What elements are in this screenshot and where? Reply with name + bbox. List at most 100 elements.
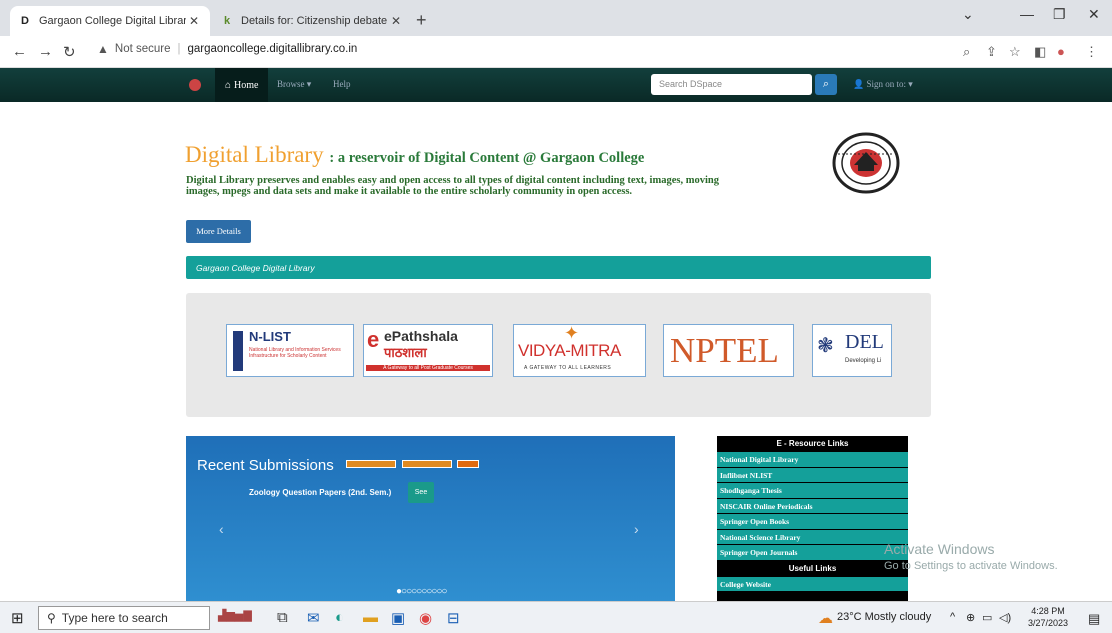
taskbar-search-input[interactable]: ⚲ Type here to search <box>38 606 210 630</box>
tray-icon[interactable]: ⊕ <box>966 611 975 624</box>
epathshala-logo[interactable]: e ePathshala पाठशाला A Gateway to all Po… <box>363 324 493 377</box>
network-icon[interactable]: ▭ <box>982 611 992 624</box>
minimize-icon[interactable]: — <box>1020 6 1034 22</box>
activate-windows-subtitle: Go to Settings to activate Windows. <box>884 560 1058 572</box>
tab-title: Details for: Citizenship debate o <box>241 15 388 27</box>
site-favicon-icon: D <box>21 15 29 27</box>
more-details-button[interactable]: More Details <box>186 220 251 243</box>
app-icon[interactable]: ⊟ <box>447 609 460 627</box>
mail-icon[interactable]: ✉ <box>307 609 320 627</box>
nav-help[interactable]: Help <box>333 79 351 89</box>
chrome-icon[interactable]: ◉ <box>419 609 432 627</box>
zoom-icon[interactable]: ⌕ <box>963 44 970 60</box>
carousel-indicators[interactable]: ●○○○○○○○○○ <box>396 586 447 597</box>
weather-text[interactable]: 23°C Mostly cloudy <box>837 611 931 623</box>
security-label: Not secure <box>114 43 171 55</box>
nav-signin-label: Sign on to: ▾ <box>866 79 913 89</box>
weather-icon[interactable]: ☁ <box>818 609 833 627</box>
nptel-logo[interactable]: NPTEL <box>663 324 794 377</box>
eresource-link[interactable]: Springer Open Journals <box>717 545 908 561</box>
warning-icon: ▲ <box>97 42 109 56</box>
activate-windows-title: Activate Windows <box>884 541 995 557</box>
tab-details[interactable]: k Details for: Citizenship debate o ✕ <box>212 6 412 36</box>
rss-badge-icon[interactable] <box>402 460 452 468</box>
vidyamitra-logo[interactable]: ✦ VIDYA-MITRA A GATEWAY TO ALL LEARNERS <box>513 324 646 377</box>
recent-item-title[interactable]: Zoology Question Papers (2nd. Sem.) <box>249 488 391 497</box>
sidepanel-icon[interactable]: ◧ <box>1034 44 1046 60</box>
tab-title: Gargaon College Digital Library: <box>39 15 186 27</box>
nlist-logo[interactable]: N-LIST National Library and Information … <box>226 324 354 377</box>
news-widget-icon[interactable]: ▟▆▅▇ <box>218 609 252 622</box>
see-button[interactable]: See <box>408 482 434 503</box>
hero-title: Digital Library <box>185 142 324 167</box>
address-bar: ← → ↻ ▲ Not secure | gargaoncollege.digi… <box>0 36 1112 68</box>
bookmark-star-icon[interactable]: ☆ <box>1009 44 1021 60</box>
forward-icon[interactable]: → <box>38 43 53 60</box>
maximize-icon[interactable]: ❐ <box>1053 6 1066 23</box>
tray-chevron-icon[interactable]: ^ <box>950 611 955 623</box>
eresource-link[interactable]: Shodhganga Thesis <box>717 483 908 499</box>
clock-time: 4:28 PM <box>1031 606 1065 616</box>
tab-digital-library[interactable]: D Gargaon College Digital Library: ✕ <box>10 6 210 36</box>
rss-badge-icon[interactable] <box>346 460 396 468</box>
volume-icon[interactable]: ◁) <box>999 611 1011 624</box>
nptel-name: NPTEL <box>670 331 779 370</box>
clock[interactable]: 4:28 PM 3/27/2023 <box>1028 605 1068 629</box>
site-logo-icon[interactable] <box>189 79 201 91</box>
windows-start-icon[interactable]: ⊞ <box>11 609 24 627</box>
hero-description: Digital Library preserves and enables ea… <box>186 175 719 197</box>
windows-taskbar: ⊞ ⚲ Type here to search ▟▆▅▇ ⧉ ✉ ◐ ▬ ▣ ◉ … <box>0 601 1112 633</box>
vidyamitra-caption: A GATEWAY TO ALL LEARNERS <box>524 365 612 371</box>
edge-icon[interactable]: ◐ <box>335 609 344 626</box>
search-input[interactable]: Search DSpace <box>651 74 812 95</box>
koha-favicon-icon: k <box>223 15 231 27</box>
tab-search-chevron-icon[interactable]: ⌄ <box>962 6 974 23</box>
close-tab-icon[interactable]: ✕ <box>186 14 202 28</box>
taskbar-search-text: Type here to search <box>61 611 168 625</box>
reload-icon[interactable]: ↻ <box>63 43 76 61</box>
recent-submissions-carousel: Recent Submissions Zoology Question Pape… <box>186 436 675 601</box>
notifications-icon[interactable]: ▤ <box>1088 611 1100 627</box>
college-seal-icon <box>832 132 900 194</box>
library-banner: Gargaon College Digital Library <box>186 256 931 279</box>
close-tab-icon[interactable]: ✕ <box>388 14 404 28</box>
eresource-link[interactable]: National Science Library <box>717 529 908 545</box>
nlist-name: N-LIST <box>249 329 291 344</box>
eresource-link[interactable]: Inflibnet NLIST <box>717 467 908 483</box>
url-field[interactable]: ▲ Not secure | gargaoncollege.digitallib… <box>97 42 357 56</box>
task-view-icon[interactable]: ⧉ <box>277 609 288 626</box>
menu-icon[interactable]: ⋮ <box>1085 44 1098 60</box>
back-icon[interactable]: ← <box>12 43 27 60</box>
del-logo[interactable]: ❃ DEL Developing Li <box>812 324 892 377</box>
eresource-link[interactable]: National Digital Library <box>717 452 908 468</box>
nav-signin[interactable]: 👤 Sign on to: ▾ <box>853 79 913 90</box>
epathshala-hindi: पाठशाला <box>384 345 427 360</box>
carousel-prev-icon[interactable]: ‹ <box>219 521 224 537</box>
del-caption: Developing Li <box>845 358 882 364</box>
nlist-caption: National Library and Information Service… <box>249 347 341 359</box>
profile-avatar-icon[interactable]: ● <box>1057 44 1065 59</box>
new-tab-icon[interactable]: + <box>416 10 427 31</box>
epathshala-name: ePathshala <box>384 328 458 344</box>
recent-submissions-title: Recent Submissions <box>197 457 334 474</box>
home-icon: ⌂ <box>225 79 232 91</box>
epathshala-caption: A Gateway to all Post Graduate Courses <box>366 365 490 371</box>
share-icon[interactable]: ⇪ <box>986 44 997 60</box>
nav-browse[interactable]: Browse ▾ <box>277 79 311 90</box>
carousel-next-icon[interactable]: › <box>634 521 639 537</box>
store-icon[interactable]: ▣ <box>391 609 405 627</box>
browser-tab-bar: D Gargaon College Digital Library: ✕ k D… <box>0 0 1112 36</box>
useful-links-header: Useful Links <box>788 563 837 573</box>
search-icon[interactable]: ⌕ <box>815 74 837 95</box>
eresource-link[interactable]: NISCAIR Online Periodicals <box>717 498 908 514</box>
close-window-icon[interactable]: ✕ <box>1088 6 1100 23</box>
rss-icon[interactable] <box>457 460 479 468</box>
eresource-link[interactable]: Springer Open Books <box>717 514 908 530</box>
eresource-links-panel: E - Resource Links National Digital Libr… <box>717 436 908 601</box>
nav-home[interactable]: ⌂ Home <box>215 68 269 102</box>
url-text: gargaoncollege.digitallibrary.co.in <box>187 43 358 55</box>
useful-link[interactable]: College Website <box>717 576 908 592</box>
hero-subtitle: : a reservoir of Digital Content @ Garga… <box>329 150 645 166</box>
file-explorer-icon[interactable]: ▬ <box>363 609 378 626</box>
eresource-header: E - Resource Links <box>776 439 849 448</box>
